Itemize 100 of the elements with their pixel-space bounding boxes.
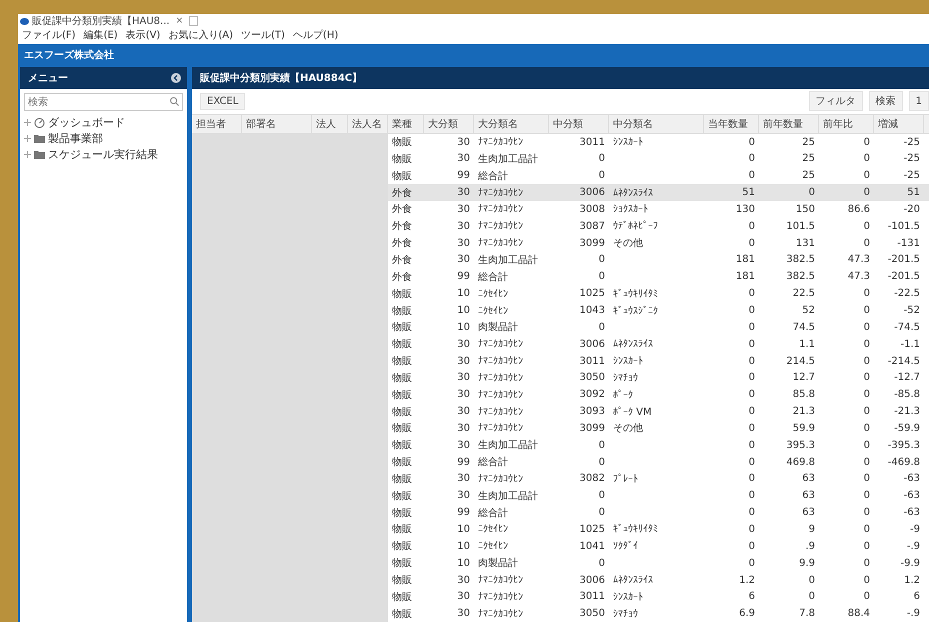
column-header[interactable]: 担当者 [196,116,226,131]
menu-item[interactable]: ヘルプ(H) [292,28,338,42]
expand-icon[interactable] [24,134,31,142]
menu-item[interactable]: ファイル(F) [22,28,76,42]
expand-icon[interactable] [24,118,31,126]
column-header[interactable]: 中分類 [553,116,583,131]
table-row[interactable]: 物販 30 ﾅﾏﾆｸｶｺｳﾋﾝ 3099 その他 0 59.9 0 -59.9 [192,420,929,437]
table-row[interactable]: 外食 30 ﾅﾏﾆｸｶｺｳﾋﾝ 3099 その他 0 131 0 -131 [192,234,929,252]
column-header[interactable]: 部署名 [246,116,276,131]
table-cell: 214.5 [786,356,815,367]
table-cell: 0 [808,187,815,198]
table-row[interactable]: 物販 30 ﾅﾏﾆｸｶｺｳﾋﾝ 3011 ｼﾝｽｶｰﾄ 6 0 0 6 [192,588,929,606]
table-cell: 52 [802,305,815,316]
table-cell-text: 物販 [392,372,412,385]
table-row[interactable]: 物販 99 総合計 0 0 469.8 0 -469.8 [192,454,929,471]
table-cell-text: 物販 [392,338,412,352]
table-row[interactable]: 外食 30 ﾅﾏﾆｸｶｺｳﾋﾝ 3087 ｳﾃﾞﾎﾈﾋﾟｰﾌ 0 101.5 0 -101.5 [192,218,929,235]
table-cell: 12.7 [792,372,815,384]
collapse-icon[interactable] [171,73,181,83]
table-cell: -21.3 [894,406,920,418]
table-row[interactable]: 物販 30 ﾅﾏﾆｸｶｺｳﾋﾝ 3011 ｼﾝｽｶｰﾄ 0 214.5 0 -214.5 [192,352,929,370]
table-cell-text: 肉製品計 [478,556,518,570]
table-cell: ｷﾞｭｳｷﾘｲﾀﾐ [613,288,658,300]
table-cell: -25 [904,170,920,182]
table-row[interactable]: 物販 10 ﾆｸｾｲﾋﾝ 1043 ｷﾞｭｳｽｼﾞﾆｸ 0 52 0 -52 [192,302,929,319]
column-header[interactable]: 法人名 [352,116,382,131]
table-row[interactable]: 物販 10 ﾆｸｾｲﾋﾝ 1025 ｷﾞｭｳｷﾘｲﾀﾐ 0 22.5 0 -22.5 [192,285,929,302]
selected-row[interactable]: 外食 30 ﾅﾏﾆｸｶｺｳﾋﾝ 3006 ﾑﾈﾀﾝｽﾗｲｽ 51 0 0 51 [192,184,929,202]
table-cell: 51 [742,187,755,198]
table-cell-text: 物販 [392,490,412,503]
table-cell: 85.8 [792,389,815,400]
column-header[interactable]: 中分類名 [613,116,653,131]
column-header[interactable]: 当年数量 [708,116,748,131]
column-header[interactable]: 大分類名 [478,116,518,131]
new-tab-icon[interactable] [189,16,198,26]
table-row[interactable]: 物販 30 生肉加工品計 0 0 395.3 0 -395.3 [192,436,929,454]
table-cell-text: 物販 [392,136,412,150]
toolbar-button[interactable]: 1 [908,91,929,112]
table-cell-text: 物販 [392,540,412,554]
table-cell-text: 物販 [392,288,412,301]
table-row[interactable]: 物販 10 肉製品計 0 0 9.9 0 -9.9 [192,554,929,572]
table-row[interactable]: 外食 99 総合計 0 181 382.5 47.3 -201.5 [192,268,929,286]
browser-tab[interactable]: 販促課中分類別実績【HAU8... [20,14,170,28]
table-row[interactable]: 物販 30 ﾅﾏﾆｸｶｺｳﾋﾝ 3050 ｼﾏﾁｮｳ 0 12.7 0 -12.7 [192,369,929,386]
table-row[interactable]: 外食 30 ﾅﾏﾆｸｶｺｳﾋﾝ 3008 ｼｮｸｽｶｰﾄ 130 150 86.6 -20 [192,201,929,218]
table-cell: 0 [864,490,870,502]
toolbar-button[interactable]: 検索 [868,91,903,112]
column-header[interactable]: 法人 [316,116,336,131]
column-header[interactable]: 前年比 [823,116,853,131]
menu-item[interactable]: ツール(T) [241,28,285,42]
table-cell: 30 [457,338,470,350]
table-cell: ﾅﾏﾆｸｶｺｳﾋﾝ [478,237,523,250]
column-header[interactable]: 前年数量 [763,116,803,131]
table-row[interactable]: 物販 30 ﾅﾏﾆｸｶｺｳﾋﾝ 3006 ﾑﾈﾀﾝｽﾗｲｽ 1.2 0 0 1.2 [192,572,929,588]
table-cell: 1041 [580,540,605,552]
table-cell: 0 [598,490,605,502]
toolbar-button[interactable]: フィルタ [808,91,863,112]
table-row[interactable]: 外食 30 生肉加工品計 0 181 382.5 47.3 -201.5 [192,252,929,268]
menu-tree-item[interactable]: ダッシュボード [48,114,125,130]
table-cell: 130 [736,204,755,215]
table-row[interactable]: 物販 30 ﾅﾏﾆｸｶｺｳﾋﾝ 3093 ﾎﾟｰｸ VM 0 21.3 0 -21.3 [192,403,929,420]
table-row[interactable]: 物販 30 生肉加工品計 0 0 25 0 -25 [192,150,929,168]
table-row[interactable]: 物販 30 ﾅﾏﾆｸｶｺｳﾋﾝ 3082 ﾌﾟﾚｰﾄ 0 63 0 -63 [192,470,929,488]
table-row[interactable]: 物販 99 総合計 0 0 25 0 -25 [192,167,929,184]
menu-tree-item[interactable]: スケジュール実行結果 [48,146,158,162]
table-cell: 3093 [580,406,605,418]
menu-item[interactable]: 表示(V) [126,28,160,42]
table-cell: 0 [598,170,605,182]
favicon-icon [20,18,29,24]
table-row[interactable]: 物販 30 ﾅﾏﾆｸｶｺｳﾋﾝ 3092 ﾎﾟｰｸ 0 85.8 0 -85.8 [192,386,929,404]
table-cell: 10 [457,524,470,535]
search-field[interactable]: 検索 [24,93,183,111]
table-row[interactable]: 物販 99 総合計 0 0 63 0 -63 [192,504,929,522]
table-row[interactable]: 物販 30 生肉加工品計 0 0 63 0 -63 [192,487,929,504]
table-cell: ｼﾝｽｶｰﾄ [613,355,643,368]
menu-item[interactable]: 編集(E) [84,28,118,42]
column-header[interactable]: 業種 [392,116,412,131]
table-row[interactable]: 物販 30 ﾅﾏﾆｸｶｺｳﾋﾝ 3006 ﾑﾈﾀﾝｽﾗｲｽ 0 1.1 0 -1.1 [192,336,929,353]
table-row[interactable]: 物販 10 ﾆｸｾｲﾋﾝ 1025 ｷﾞｭｳｷﾘｲﾀﾐ 0 9 0 -9 [192,521,929,538]
table-row[interactable]: 物販 30 ﾅﾏﾆｸｶｺｳﾋﾝ 3050 ｼﾏﾁｮｳ 6.9 7.8 88.4 -.9 [192,605,929,622]
table-row[interactable]: 物販 10 ﾆｸｾｲﾋﾝ 1041 ｿｸﾀﾞｲ 0 .9 0 -.9 [192,538,929,555]
table-cell-text: 生肉加工品計 [478,152,538,166]
table-cell: 395.3 [786,440,815,451]
expand-icon[interactable] [24,150,31,158]
table-row[interactable]: 物販 30 ﾅﾏﾆｸｶｺｳﾋﾝ 3011 ｼﾝｽｶｰﾄ 0 25 0 -25 [192,134,929,150]
table-cell-text: 物販 [392,456,412,470]
table-cell: 0 [748,153,755,164]
column-header[interactable]: 大分類 [428,116,458,131]
toolbar-button[interactable]: EXCEL [200,92,246,110]
menu-item[interactable]: お気に入り(A) [168,28,233,42]
table-row[interactable]: 物販 10 肉製品計 0 0 74.5 0 -74.5 [192,318,929,336]
table-cell: 0 [864,440,870,451]
table-cell: 9.9 [799,558,815,569]
menu-tree-item[interactable]: 製品事業部 [48,130,103,146]
table-cell-text: 外食 [392,270,412,284]
sidebar-title: メニュー [28,72,68,85]
table-cell: 0 [748,322,755,333]
table-cell: 0 [864,591,870,602]
tab-close-button[interactable]: × [174,16,186,26]
column-header[interactable]: 増減 [878,116,898,131]
